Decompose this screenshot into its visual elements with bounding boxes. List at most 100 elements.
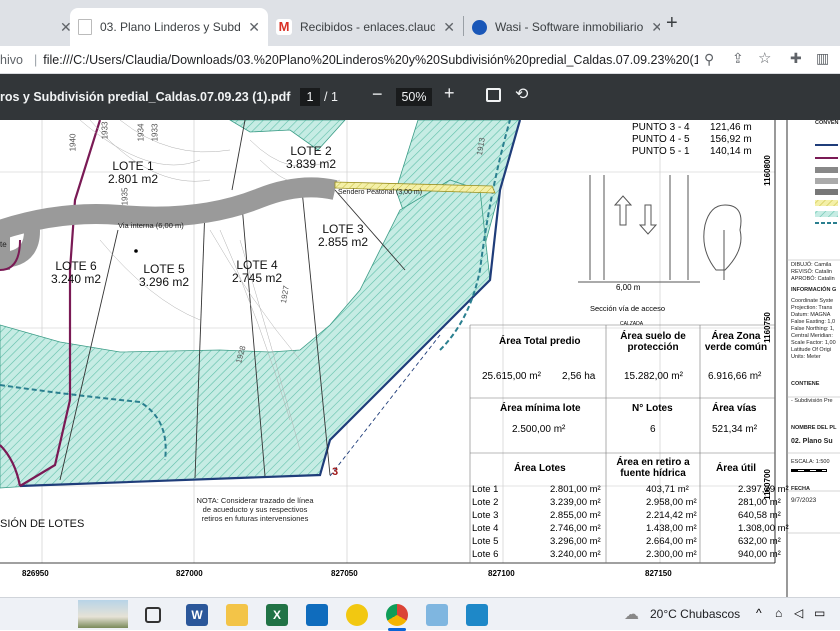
page-total: / 1	[324, 90, 338, 104]
pdf-toolbar: ros y Subdivisión predial_Caldas.07.09.2…	[0, 74, 840, 120]
tab-plano-linderos[interactable]: 03. Plano Linderos y Subdivisión ✕	[70, 8, 268, 46]
table-cell: 940,00 m²	[738, 549, 781, 560]
coord-info: Coordinate Syste Projection: Trans Datum…	[791, 298, 840, 361]
app-icon[interactable]	[466, 604, 488, 626]
outlook-icon[interactable]	[306, 604, 328, 626]
lot-label-3: LOTE 3 2.855 m2	[318, 223, 368, 249]
url-separator: |	[34, 52, 38, 67]
lot-label-5: LOTE 5 3.296 m2	[139, 263, 189, 289]
bearing-value: 156,92 m	[710, 134, 752, 145]
new-tab-button[interactable]: +	[666, 12, 678, 35]
address-bar: hivo | file:///C:/Users/Claudia/Download…	[0, 46, 840, 74]
calzada-label: CALZADA	[620, 321, 644, 327]
zoom-out-button[interactable]: −	[372, 84, 383, 105]
notes-icon[interactable]	[426, 604, 448, 626]
table-row: Lote 4 2.746,00 m² 1.438,00 m² 1.308,00 m²	[472, 523, 789, 536]
tab-title: Recibidos - enlaces.claudiatoro@	[300, 20, 436, 34]
plan-name-heading: NOMBRE DEL PL	[791, 425, 837, 431]
excel-icon[interactable]: X	[266, 604, 288, 626]
table-cell: Lote 6	[472, 549, 499, 560]
bearing-label: PUNTO 3 - 4	[632, 122, 690, 133]
lot-area: 3.240 m2	[51, 272, 102, 286]
url-prefix: hivo	[0, 52, 23, 67]
network-icon[interactable]: ⌂	[775, 606, 782, 620]
word-icon[interactable]: W	[186, 604, 208, 626]
battery-icon[interactable]: ▭	[814, 606, 825, 620]
lot-label-4: LOTE 4 2.745 m2	[232, 259, 282, 285]
close-icon[interactable]: ✕	[435, 19, 455, 36]
fit-page-icon[interactable]	[486, 88, 501, 102]
zoom-in-button[interactable]: +	[444, 83, 455, 104]
bookmark-icon[interactable]: ☆	[758, 49, 771, 67]
scale-text: ESCALA: 1:500	[791, 459, 830, 465]
contour-label: 1935	[120, 187, 130, 206]
lot-label-6: LOTE 6 3.240 m2	[51, 260, 101, 286]
file-explorer-icon[interactable]	[226, 604, 248, 626]
zoom-input[interactable]: 50%	[396, 88, 432, 106]
summary-header: Área vías	[712, 403, 757, 414]
url-input[interactable]: file:///C:/Users/Claudia/Downloads/03.%2…	[43, 53, 698, 67]
table-row: Lote 3 2.855,00 m² 2.214,42 m² 640,58 m²	[472, 510, 789, 523]
table-row: Lote 6 3.240,00 m² 2.300,00 m² 940,00 m²	[472, 549, 789, 562]
table-cell: 1.438,00 m²	[646, 523, 697, 534]
summary-header: Área Lotes	[514, 463, 566, 474]
sidebar-icon[interactable]: ▥	[816, 50, 829, 67]
easting-tick: 827050	[331, 569, 358, 578]
weather-icon[interactable]: ☁	[624, 605, 639, 623]
contour-label: 1934	[136, 123, 146, 142]
tab-gmail[interactable]: M Recibidos - enlaces.claudiatoro@ ✕	[268, 8, 463, 46]
page-number-input[interactable]: 1	[300, 88, 320, 106]
close-icon[interactable]: ✕	[643, 19, 660, 36]
tab-previous-close[interactable]: ✕	[0, 8, 70, 46]
wallpaper-thumbnail[interactable]	[78, 600, 128, 628]
scale-bar	[791, 469, 827, 472]
coord-line: Coordinate Syste	[791, 298, 834, 304]
summary-header: Área Total predio	[499, 336, 581, 347]
close-icon[interactable]: ✕	[240, 19, 260, 36]
summary-header: Área mínima lote	[500, 403, 581, 414]
table-cell: Lote 5	[472, 536, 499, 547]
volume-icon[interactable]: ◁	[794, 606, 803, 620]
table-cell: Lote 2	[472, 497, 499, 508]
summary-header: Área útil	[716, 463, 757, 474]
wasi-icon	[472, 19, 487, 35]
bearing-row: PUNTO 4 - 5 156,92 m	[632, 134, 752, 146]
easting-tick: 827000	[176, 569, 203, 578]
lot-area: 2.801 m2	[108, 172, 159, 186]
windows-taskbar: W X ☁ 20°C Chubascos ^ ⌂ ◁ ▭	[0, 597, 840, 631]
lot-area: 2.855 m2	[318, 235, 369, 249]
note-text: NOTA: Considerar trazado de línea de acu…	[196, 496, 314, 523]
coord-line: Central Meridian:	[791, 333, 833, 339]
zoom-icon[interactable]: ⚲	[704, 51, 714, 68]
table-cell: 2.801,00 m²	[550, 484, 601, 495]
weather-text[interactable]: 20°C Chubascos	[650, 607, 740, 621]
lot-area: 3.839 m2	[286, 157, 337, 171]
tray-overflow-icon[interactable]: ^	[756, 606, 762, 620]
todo-icon[interactable]	[346, 604, 368, 626]
table-cell: 281,00 m²	[738, 497, 781, 508]
table-row: Lote 2 3.239,00 m² 2.958,00 m² 281,00 m²	[472, 497, 789, 510]
table-row: Lote 1 2.801,00 m² 403,71 m² 2.397,29 m²	[472, 484, 789, 497]
road-section	[578, 175, 742, 283]
task-view-icon[interactable]	[145, 607, 161, 623]
table-row: Lote 5 3.296,00 m² 2.664,00 m² 632,00 m²	[472, 536, 789, 549]
share-icon[interactable]: ⇪	[732, 50, 744, 67]
pdf-viewer[interactable]: 1940 1933 1934 1933 1935 1927 1928 1913 …	[0, 120, 840, 597]
rotate-icon[interactable]: ⟲	[515, 84, 528, 104]
chrome-icon[interactable]	[386, 604, 408, 626]
plan-name-value: 02. Plano Su	[791, 438, 833, 445]
date-heading: FECHA	[791, 486, 810, 492]
section-caption: Sección vía de acceso	[590, 304, 666, 313]
coord-line: Datum: MAGNA	[791, 312, 831, 318]
close-icon[interactable]: ✕	[52, 19, 70, 36]
summary-header: Área Zona verde común	[704, 331, 768, 353]
drawn-by: DIBUJÓ: Camila	[791, 262, 832, 268]
coord-line: Scale Factor: 1,00	[791, 340, 836, 346]
table-cell: 3.296,00 m²	[550, 536, 601, 547]
approved-by: APROBÓ: Catalin	[791, 276, 835, 282]
summary-value: 2,56 ha	[562, 371, 596, 382]
footpath-label: Sendero Peatonal (3,00 m)	[338, 189, 423, 196]
extensions-icon[interactable]: ✚	[790, 50, 802, 67]
coord-line: Projection: Trans	[791, 305, 833, 311]
tab-wasi[interactable]: Wasi - Software inmobiliario ✕	[464, 8, 660, 46]
